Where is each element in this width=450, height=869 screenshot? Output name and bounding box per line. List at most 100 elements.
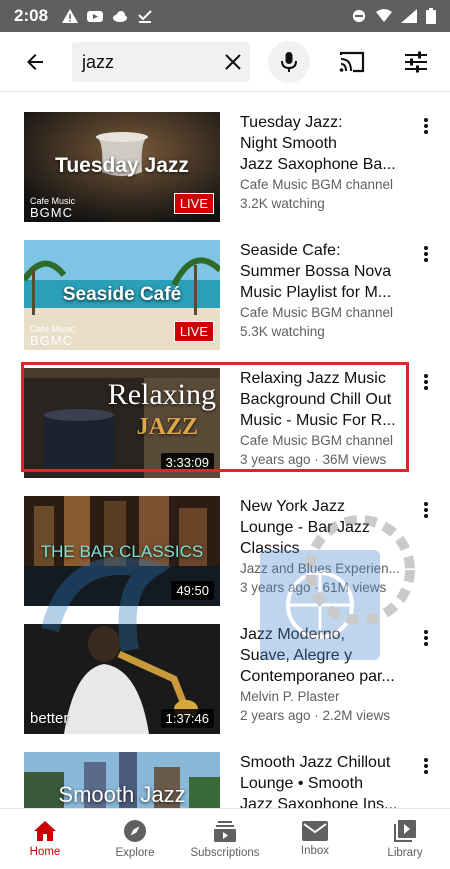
more-options-button[interactable] (414, 754, 438, 778)
video-thumbnail[interactable]: Smooth Jazz (24, 752, 220, 808)
video-result[interactable]: Seaside Café Cafe Music BGMC LIVE Seaside… (0, 240, 450, 360)
more-vert-icon (424, 118, 428, 134)
thumbnail-title-text: Tuesday Jazz (55, 154, 189, 177)
video-result[interactable]: Tuesday Jazz Cafe Music BGMC LIVE Tuesday… (0, 112, 450, 232)
live-badge: LIVE (173, 193, 214, 214)
nav-label: Subscriptions (190, 847, 260, 859)
thumbnail-title-text: Relaxing (107, 378, 216, 411)
search-results-list[interactable]: Tuesday Jazz Cafe Music BGMC LIVE Tuesday… (0, 92, 450, 808)
video-info[interactable]: Jazz Moderno, Suave, Alegre y Contemporane… (240, 624, 408, 725)
video-info[interactable]: New York Jazz Lounge - Bar Jazz Classics J… (240, 496, 408, 597)
video-duration: 49:50 (171, 581, 214, 600)
library-icon (394, 820, 416, 842)
video-title[interactable]: New York Jazz Lounge - Bar Jazz Classics (240, 496, 408, 559)
channel-name: Jazz and Blues Experien... (240, 561, 400, 576)
inbox-icon (302, 821, 328, 841)
more-options-button[interactable] (414, 370, 438, 394)
search-query[interactable]: jazz (72, 52, 216, 73)
cast-button[interactable] (334, 44, 370, 80)
video-thumbnail[interactable]: Tuesday Jazz Cafe Music BGMC LIVE (24, 112, 220, 222)
more-options-button[interactable] (414, 626, 438, 650)
video-duration: 3:33:09 (160, 453, 214, 472)
bottom-navigation: Home Explore Subscriptions Inbox Library (0, 808, 450, 869)
live-badge: LIVE (173, 321, 214, 342)
video-meta: 5.3K watching (240, 324, 325, 339)
video-title[interactable]: Tuesday Jazz: Night Smooth Jazz Saxophone … (240, 112, 408, 175)
back-arrow-icon (27, 53, 43, 70)
warning-icon (62, 9, 79, 23)
signal-icon (401, 9, 417, 23)
nav-explore[interactable]: Explore (90, 809, 180, 869)
nav-label: Library (387, 847, 423, 859)
video-meta: 3 years ago · 61M views (240, 580, 387, 595)
nav-label: Inbox (300, 845, 330, 857)
cloud-icon (113, 11, 128, 22)
search-header: jazz (0, 32, 450, 92)
video-result[interactable]: Relaxing JAZZ 3:33:09 Relaxing Jazz Musi… (0, 368, 450, 488)
video-thumbnail[interactable]: Relaxing JAZZ 3:33:09 (24, 368, 220, 478)
battery-icon (426, 8, 436, 24)
video-info[interactable]: Tuesday Jazz: Night Smooth Jazz Saxophone … (240, 112, 408, 213)
nav-home[interactable]: Home (0, 809, 90, 869)
more-vert-icon (424, 758, 428, 774)
video-thumbnail[interactable]: Seaside Café Cafe Music BGMC LIVE (24, 240, 220, 350)
video-result[interactable]: THE BAR CLASSICS 49:50 New York Jazz Loun… (0, 496, 450, 616)
channel-name: Cafe Music BGM channel (240, 433, 394, 448)
more-vert-icon (424, 502, 428, 518)
more-vert-icon (424, 630, 428, 646)
video-thumbnail[interactable]: better 1:37:46 (24, 624, 220, 734)
channel-logo: Cafe Music BGMC (30, 196, 76, 220)
nav-inbox[interactable]: Inbox (270, 809, 360, 869)
video-thumbnail[interactable]: THE BAR CLASSICS 49:50 (24, 496, 220, 606)
filter-sliders-icon (405, 51, 427, 73)
video-duration: 1:37:46 (160, 709, 214, 728)
voice-search-button[interactable] (268, 41, 310, 83)
home-icon (34, 821, 56, 841)
cast-icon (339, 51, 365, 73)
video-meta: 3 years ago · 36M views (240, 452, 387, 467)
thumbnail-title-text: THE BAR CLASSICS (40, 542, 204, 561)
nav-subscriptions[interactable]: Subscriptions (180, 809, 270, 869)
channel-name: Melvin P. Plaster (240, 689, 340, 704)
close-icon (225, 54, 241, 70)
more-vert-icon (424, 374, 428, 390)
more-vert-icon (424, 246, 428, 262)
search-input[interactable]: jazz (72, 42, 250, 82)
clear-search-button[interactable] (216, 45, 250, 79)
compass-icon (124, 820, 146, 842)
status-bar: 2:08 (0, 0, 450, 32)
more-options-button[interactable] (414, 114, 438, 138)
thumbnail-title-text: Seaside Café (62, 284, 182, 305)
nav-library[interactable]: Library (360, 809, 450, 869)
wifi-icon (376, 9, 392, 22)
video-title[interactable]: Seaside Cafe: Summer Bossa Nova Music Play… (240, 240, 408, 303)
status-time: 2:08 (14, 6, 49, 25)
thumbnail-subtitle-text: JAZZ (136, 414, 198, 440)
more-options-button[interactable] (414, 498, 438, 522)
channel-logo: Cafe Music BGMC (30, 324, 76, 348)
thumbnail-title-text: Smooth Jazz (58, 782, 186, 807)
video-meta: 2 years ago · 2.2M views (240, 708, 391, 723)
video-info[interactable]: Seaside Cafe: Summer Bossa Nova Music Play… (240, 240, 408, 341)
nav-label: Explore (115, 847, 155, 859)
more-options-button[interactable] (414, 242, 438, 266)
video-result[interactable]: Smooth Jazz Smooth Jazz Chillout Lounge •… (0, 752, 450, 808)
video-info[interactable]: Relaxing Jazz Music Background Chill Out M… (240, 368, 408, 469)
video-title[interactable]: Relaxing Jazz Music Background Chill Out M… (240, 368, 408, 431)
video-info[interactable]: Smooth Jazz Chillout Lounge • Smooth Jazz … (240, 752, 408, 808)
video-meta: 3.2K watching (240, 196, 325, 211)
subscriptions-icon (214, 821, 236, 842)
download-done-icon (138, 10, 152, 23)
video-result[interactable]: better 1:37:46 Jazz Moderno, Suave, Alegr… (0, 624, 450, 744)
channel-name: Cafe Music BGM channel (240, 177, 394, 192)
do-not-disturb-icon (352, 9, 366, 23)
video-title[interactable]: Jazz Moderno, Suave, Alegre y Contemporane… (240, 624, 408, 687)
youtube-notification-icon (87, 11, 104, 22)
channel-name: Cafe Music BGM channel (240, 305, 394, 320)
microphone-icon (281, 52, 297, 72)
nav-label: Home (29, 846, 61, 858)
thumbnail-title-text: better (30, 710, 69, 727)
back-button[interactable] (14, 41, 56, 83)
search-filters-button[interactable] (398, 44, 434, 80)
video-title[interactable]: Smooth Jazz Chillout Lounge • Smooth Jazz … (240, 752, 408, 808)
